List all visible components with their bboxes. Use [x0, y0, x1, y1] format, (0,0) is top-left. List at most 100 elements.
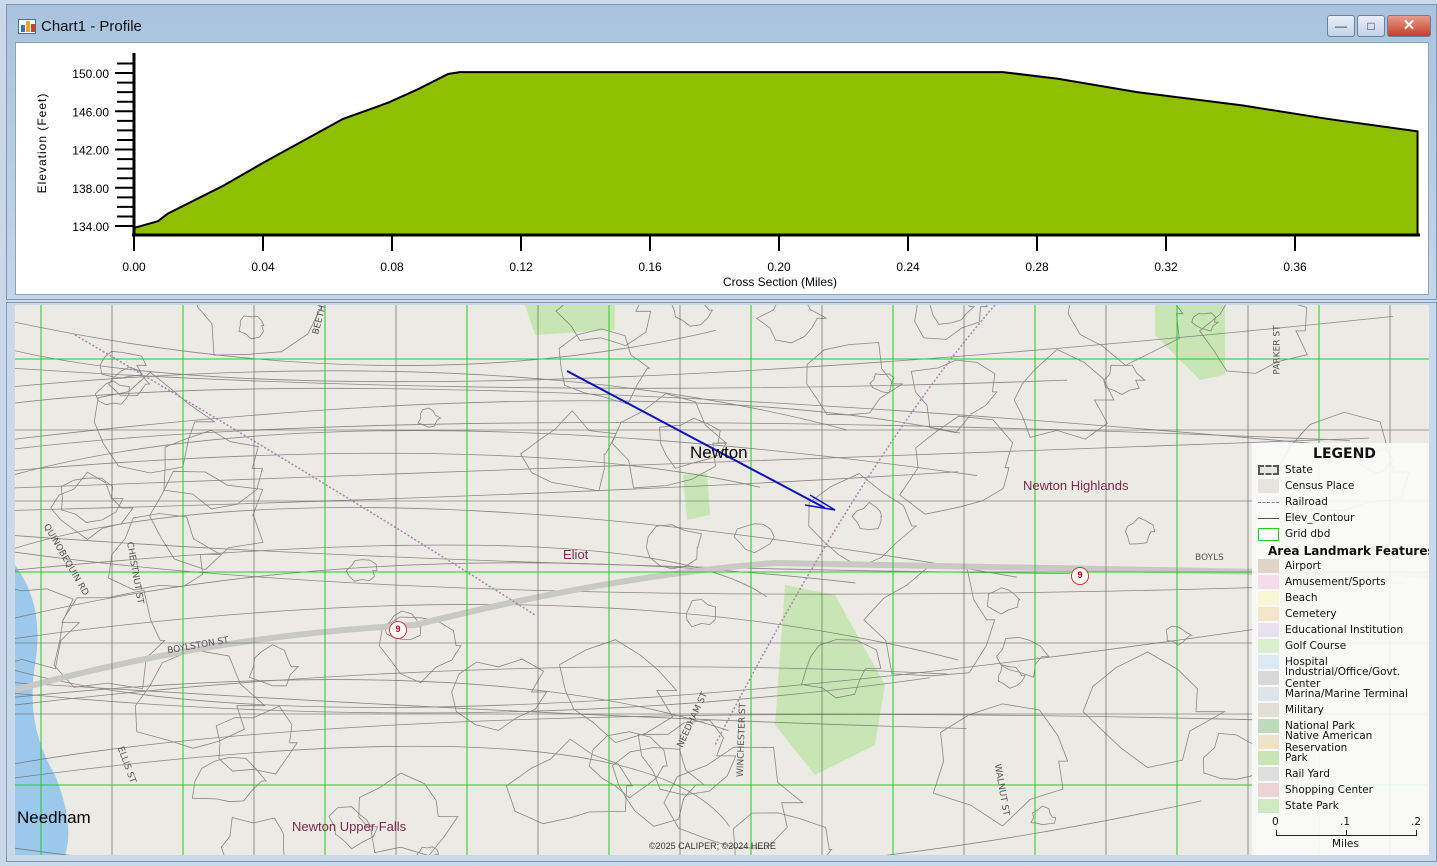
legend-item: Shopping Center — [1252, 782, 1429, 798]
elevation-contour — [870, 374, 894, 393]
profile-window: Chart1 - Profile — □ ✕ Elevation (Feet) … — [6, 4, 1437, 300]
elevation-contour — [15, 714, 1261, 763]
profile-area — [134, 72, 1418, 235]
elevation-contour — [452, 659, 547, 730]
legend-item: Railroad — [1252, 494, 1429, 510]
elevation-contour — [150, 471, 263, 569]
legend-swatch — [1258, 719, 1279, 733]
elevation-contour — [15, 368, 1067, 388]
legend-label: Grid dbd — [1285, 528, 1330, 540]
park-area — [525, 305, 615, 335]
legend-label: Beach — [1285, 592, 1318, 604]
minimize-button[interactable]: — — [1327, 15, 1355, 37]
elevation-contour — [15, 680, 728, 731]
place-label-eliot: Eliot — [563, 547, 588, 562]
map-window: Newton Newton Highlands Eliot Needham Ne… — [6, 302, 1437, 862]
park-area — [775, 585, 885, 775]
legend-item: Beach — [1252, 590, 1429, 606]
y-tick-label: 142.00 — [72, 144, 109, 158]
scale-tick: .2 — [1411, 816, 1421, 828]
elevation-contour — [915, 305, 988, 339]
x-tick-label: 0.20 — [767, 260, 791, 274]
elevation-contour — [15, 422, 1350, 448]
x-tick-label: 0.12 — [509, 260, 533, 274]
legend-section-title: Area Landmark Features — [1268, 544, 1429, 558]
legend-swatch — [1258, 703, 1279, 717]
x-tick-label: 0.04 — [251, 260, 275, 274]
legend-swatch — [1258, 518, 1279, 519]
elevation-contour — [164, 430, 263, 509]
elevation-contour — [671, 305, 713, 326]
y-tick-label: 150.00 — [72, 67, 109, 81]
elevation-contour — [1166, 626, 1192, 645]
legend-item: Marina/Marine Terminal — [1252, 686, 1429, 702]
elevation-contour — [900, 416, 1013, 514]
close-button[interactable]: ✕ — [1387, 15, 1431, 37]
legend-label: Elev_Contour — [1285, 512, 1354, 524]
elevation-contour — [987, 588, 1020, 614]
legend-swatch — [1258, 502, 1279, 503]
x-tick-label: 0.08 — [380, 260, 404, 274]
x-tick-label: 0.32 — [1154, 260, 1178, 274]
y-tick-label: 134.00 — [72, 220, 109, 234]
legend-swatch — [1258, 687, 1279, 701]
x-axis-label: Cross Section (Miles) — [723, 275, 837, 289]
legend-label: Airport — [1285, 560, 1321, 572]
legend-item: Industrial/Office/Govt. Center — [1252, 670, 1429, 686]
legend-item: Elev_Contour — [1252, 510, 1429, 526]
route-shield: 9 — [1071, 567, 1089, 585]
elevation-contour — [809, 474, 916, 567]
maximize-button[interactable]: □ — [1357, 15, 1385, 37]
legend-item: Military — [1252, 702, 1429, 718]
legend-title: LEGEND — [1252, 446, 1429, 462]
legend-label: Industrial/Office/Govt. Center — [1285, 666, 1429, 690]
legend-swatch — [1258, 575, 1279, 589]
legend-item: Rail Yard — [1252, 766, 1429, 782]
legend-label: Park — [1285, 752, 1308, 764]
elevation-contour — [757, 305, 827, 343]
x-tick-label: 0.00 — [122, 260, 146, 274]
chart-app-icon — [18, 19, 36, 34]
elevation-contour — [911, 360, 997, 433]
legend-item: Golf Course — [1252, 638, 1429, 654]
x-tick-label: 0.24 — [896, 260, 920, 274]
legend-swatch — [1258, 783, 1279, 797]
highway — [15, 563, 1429, 690]
elevation-contour — [589, 732, 667, 798]
legend-swatch — [1258, 751, 1279, 765]
legend-label: Marina/Marine Terminal — [1285, 688, 1408, 700]
legend-item: Census Place — [1252, 478, 1429, 494]
legend-label: State — [1285, 464, 1313, 476]
legend-swatch — [1258, 591, 1279, 605]
elevation-contour — [1104, 365, 1145, 394]
y-tick-label: 138.00 — [72, 182, 109, 196]
elevation-contour — [239, 316, 264, 339]
legend-item: Educational Institution — [1252, 622, 1429, 638]
elevation-contour — [686, 600, 715, 627]
elevation-contour — [15, 453, 760, 487]
place-label-newton-highlands: Newton Highlands — [1023, 478, 1129, 493]
y-axis-label: Elevation (Feet) — [35, 93, 49, 194]
y-tick-label: 146.00 — [72, 105, 109, 119]
legend-swatch — [1258, 479, 1279, 493]
legend-swatch — [1258, 528, 1279, 541]
legend-label: Educational Institution — [1285, 624, 1403, 636]
place-label-newton-upper-falls: Newton Upper Falls — [292, 819, 406, 834]
road-label: PARKER ST — [1273, 325, 1283, 374]
place-label-newton: Newton — [690, 443, 748, 463]
elevation-contour — [998, 665, 1025, 688]
legend-swatch — [1258, 623, 1279, 637]
legend-label: Military — [1285, 704, 1324, 716]
legend-item: Cemetery — [1252, 606, 1429, 622]
elevation-contour — [192, 757, 266, 801]
elevation-contour — [997, 637, 1049, 677]
route-shield: 9 — [389, 621, 407, 639]
elevation-contour — [1125, 518, 1154, 545]
map-canvas[interactable]: Newton Newton Highlands Eliot Needham Ne… — [15, 305, 1429, 855]
legend-swatch — [1258, 639, 1279, 653]
legend-swatch — [1258, 799, 1279, 813]
elevation-contour — [15, 801, 1201, 855]
elevation-contour — [216, 706, 297, 774]
elevation-contour — [852, 502, 882, 529]
profile-chart: Elevation (Feet) Cross Section (Miles) 1… — [15, 42, 1429, 295]
